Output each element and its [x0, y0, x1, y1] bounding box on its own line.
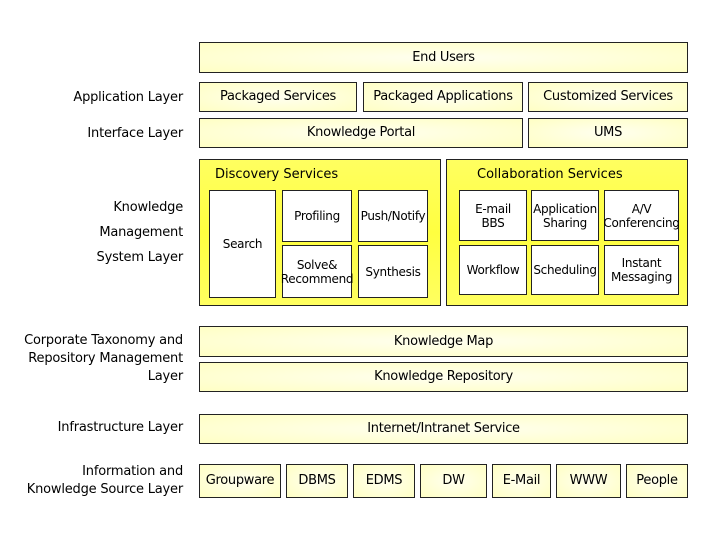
- packaged-services-box: Packaged Services: [199, 82, 357, 112]
- www-box: WWW: [556, 464, 621, 498]
- workflow-box: Workflow: [459, 245, 527, 295]
- label-line: Knowledge: [113, 200, 183, 215]
- email-bbs-box: E-mail BBS: [459, 190, 527, 241]
- discovery-services-title: Discovery Services: [215, 167, 339, 182]
- groupware-box: Groupware: [199, 464, 281, 498]
- edms-box: EDMS: [353, 464, 415, 498]
- ums-box: UMS: [528, 118, 688, 148]
- label-line: Knowledge Source Layer: [26, 482, 183, 497]
- scheduling-box: Scheduling: [531, 245, 599, 295]
- label-line: Layer: [147, 369, 183, 384]
- label-taxonomy-layer: Corporate Taxonomy and Repository Managem…: [24, 332, 183, 386]
- application-sharing-box: Application Sharing: [531, 190, 599, 241]
- profiling-box: Profiling: [282, 190, 352, 242]
- label-sources-layer: Information and Knowledge Source Layer: [27, 463, 183, 499]
- email-box: E-Mail: [492, 464, 551, 498]
- label-interface-layer: Interface Layer: [87, 126, 183, 141]
- label-line: Repository Management: [28, 351, 183, 366]
- label-line: Management: [99, 225, 183, 240]
- label-kms-layer: Knowledge Management System Layer: [96, 195, 184, 270]
- packaged-applications-box: Packaged Applications: [363, 82, 523, 112]
- label-application-layer: Application Layer: [73, 90, 183, 105]
- label-line: Corporate Taxonomy and: [24, 333, 183, 348]
- knowledge-repository-box: Knowledge Repository: [199, 362, 688, 392]
- knowledge-portal-box: Knowledge Portal: [199, 118, 523, 148]
- av-conferencing-box: A/V Conferencing: [603, 190, 680, 241]
- solve-recommend-box: Solve& Recommend: [281, 245, 354, 298]
- knowledge-map-box: Knowledge Map: [199, 326, 688, 357]
- people-box: People: [626, 464, 688, 498]
- internet-intranet-box: Internet/Intranet Service: [199, 414, 688, 444]
- label-line: Information and: [82, 464, 183, 479]
- collaboration-services-title: Collaboration Services: [477, 167, 623, 182]
- instant-messaging-box: Instant Messaging: [604, 245, 679, 295]
- label-line: System Layer: [96, 250, 184, 265]
- search-box: Search: [209, 190, 276, 298]
- label-infrastructure-layer: Infrastructure Layer: [57, 420, 184, 435]
- push-notify-box: Push/Notify: [358, 190, 428, 242]
- dw-box: DW: [420, 464, 487, 498]
- dbms-box: DBMS: [286, 464, 348, 498]
- synthesis-box: Synthesis: [358, 245, 428, 298]
- end-users-box: End Users: [199, 42, 688, 73]
- customized-services-box: Customized Services: [528, 82, 688, 112]
